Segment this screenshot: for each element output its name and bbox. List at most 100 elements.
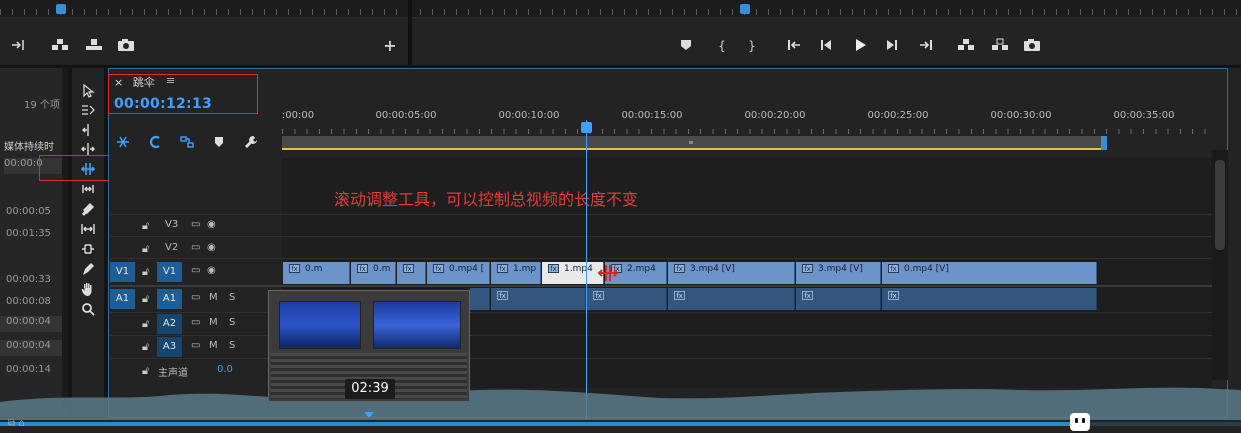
video-clip[interactable]: fx 0.m [351, 262, 396, 284]
project-row[interactable]: 00:00:08 [6, 296, 68, 307]
pen-tool-icon[interactable] [76, 240, 100, 258]
solo-button[interactable]: S [229, 340, 235, 351]
sync-lock-icon[interactable]: ▭ [191, 340, 200, 351]
play-icon[interactable] [850, 38, 870, 52]
mark-out-icon[interactable]: } [742, 38, 762, 54]
sync-lock-icon[interactable]: ▭ [191, 242, 200, 253]
track-header-v2[interactable]: 🔓︎ V2 ▭ ◉ [109, 238, 1228, 260]
selection-tool-icon[interactable] [76, 82, 100, 100]
mute-button[interactable]: M [209, 340, 218, 351]
work-area-bar[interactable] [282, 136, 1104, 150]
snap-icon[interactable] [146, 133, 164, 151]
media-duration-header[interactable]: 媒体持续时 [4, 138, 66, 153]
eye-icon[interactable]: ◉ [207, 242, 216, 253]
track-target-a2[interactable]: A2 [157, 314, 182, 334]
step-forward-icon[interactable] [882, 38, 902, 52]
work-area-end-handle[interactable] [1101, 136, 1107, 150]
video-clip[interactable]: fx 0.mp4 [V] [882, 262, 1097, 284]
wrench-icon[interactable] [242, 133, 260, 151]
extract-icon[interactable] [990, 38, 1010, 52]
timeline-scrollbar-thumb[interactable] [1215, 160, 1225, 250]
eye-icon[interactable]: ◉ [207, 265, 216, 276]
lock-icon[interactable]: 🔓︎ [142, 265, 152, 278]
linked-selection-icon[interactable] [178, 133, 196, 151]
go-to-out-icon[interactable] [916, 38, 936, 52]
go-to-in-icon[interactable] [784, 38, 804, 52]
overwrite-icon[interactable] [84, 38, 104, 52]
master-volume-value[interactable]: 0.0 [217, 364, 233, 375]
video-clip[interactable]: fx 0.mp4 [ [427, 262, 490, 284]
video-clip[interactable]: fx 0.m [283, 262, 350, 284]
video-clip[interactable]: fx 1.mp [491, 262, 541, 284]
project-row[interactable]: 00:01:35 [6, 228, 68, 239]
video-audio-divider[interactable] [110, 285, 1212, 287]
step-back-icon[interactable] [816, 38, 836, 52]
mark-in-icon[interactable]: { [712, 38, 732, 54]
add-button-icon[interactable]: + [380, 38, 400, 54]
project-row[interactable]: 00:00:04 [0, 316, 62, 332]
lock-icon[interactable]: 🔓︎ [142, 242, 152, 255]
add-marker-icon[interactable] [676, 38, 696, 52]
video-clip[interactable]: fx 3.mp4 [V] [796, 262, 881, 284]
video-clip[interactable]: fx 3.mp4 [V] [668, 262, 795, 284]
insert-icon[interactable] [50, 38, 70, 52]
timeline-playhead-line[interactable] [586, 120, 587, 420]
source-patch-v1[interactable]: V1 [110, 262, 135, 282]
track-header-v3[interactable]: 🔓︎ V3 ▭ ◉ [109, 215, 1228, 237]
hand-tool-icon[interactable] [76, 280, 100, 298]
razor-tool-icon[interactable] [76, 200, 100, 218]
audio-clip[interactable]: fx [491, 288, 586, 310]
slip-tool-icon[interactable] [76, 180, 100, 198]
track-target-a1[interactable]: A1 [157, 289, 182, 309]
nest-sequence-icon[interactable] [114, 133, 132, 151]
lock-icon[interactable]: 🔓︎ [142, 364, 152, 377]
project-row[interactable]: 00:00:04 [0, 340, 62, 356]
project-row[interactable]: 00:00:14 [6, 364, 68, 375]
pen-anchor-tool-icon[interactable] [76, 260, 100, 278]
lock-icon[interactable]: 🔓︎ [142, 219, 152, 232]
zoom-tool-icon[interactable] [76, 300, 100, 318]
solo-button[interactable]: S [229, 292, 235, 303]
audio-clip[interactable]: fx [668, 288, 795, 310]
project-row[interactable]: 00:00:05 [6, 206, 68, 217]
audio-clip[interactable]: fx [882, 288, 1097, 310]
add-marker-icon[interactable] [210, 133, 228, 151]
video-progress-knob[interactable] [1070, 413, 1090, 431]
project-row[interactable]: 00:00:33 [6, 274, 68, 285]
export-frame-icon[interactable] [1022, 38, 1042, 52]
mute-button[interactable]: M [209, 317, 218, 328]
sync-lock-icon[interactable]: ▭ [191, 219, 200, 230]
eye-icon[interactable]: ◉ [207, 219, 216, 230]
source-playhead[interactable] [56, 4, 66, 14]
sync-lock-icon[interactable]: ▭ [191, 292, 200, 303]
timeline-ruler[interactable]: :00:00 00:00:05:00 00:00:10:00 00:00:15:… [282, 100, 1212, 136]
video-clip[interactable]: fx [397, 262, 426, 284]
ripple-edit-tool-icon[interactable] [76, 121, 100, 139]
source-patch-a1[interactable]: A1 [110, 289, 135, 309]
lock-icon[interactable]: 🔓︎ [142, 292, 152, 305]
program-playhead[interactable] [740, 4, 750, 14]
lift-icon[interactable] [956, 38, 976, 52]
video-clip-selected[interactable]: fx 1.mp4 [542, 262, 604, 284]
track-target-a3[interactable]: A3 [157, 337, 182, 357]
lock-icon[interactable]: 🔓︎ [142, 317, 152, 330]
sync-lock-icon[interactable]: ▭ [191, 317, 200, 328]
track-select-tool-icon[interactable] [76, 101, 100, 119]
lock-icon[interactable]: 🔓︎ [142, 340, 152, 353]
player-small-icons[interactable]: ⧉ ⌂ [8, 418, 25, 429]
ruler-label: 00:00:05:00 [375, 110, 437, 121]
audio-clip[interactable]: fx [796, 288, 881, 310]
solo-button[interactable]: S [229, 317, 235, 328]
audio-clip[interactable]: fx [587, 288, 667, 310]
timeline-playhead[interactable] [581, 122, 592, 133]
mute-button[interactable]: M [209, 292, 218, 303]
track-target-v1[interactable]: V1 [157, 262, 182, 282]
slide-tool-icon[interactable] [76, 220, 100, 238]
audio-clip[interactable] [470, 288, 490, 310]
export-frame-icon[interactable] [116, 38, 136, 52]
mark-out-icon[interactable] [8, 38, 28, 52]
monitor-divider[interactable] [408, 0, 412, 66]
monitor-time-ruler[interactable] [0, 0, 1241, 18]
annotation-text: 滚动调整工具，可以控制总视频的长度不变 [334, 190, 639, 209]
sync-lock-icon[interactable]: ▭ [191, 265, 200, 276]
